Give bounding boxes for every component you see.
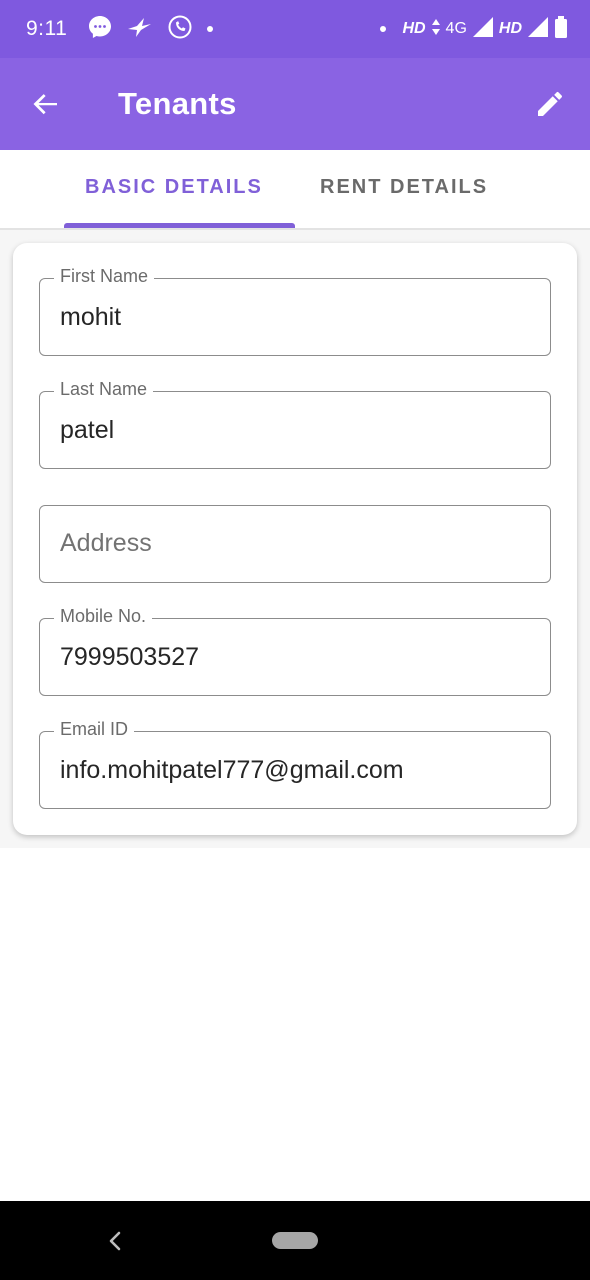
edit-button[interactable] bbox=[530, 84, 570, 124]
signal-icon bbox=[528, 16, 548, 42]
status-bar: 9:11 HD 4G HD bbox=[0, 0, 590, 58]
tab-bar: BASIC DETAILS RENT DETAILS bbox=[0, 150, 590, 230]
chevron-left-icon bbox=[109, 1231, 121, 1251]
network-hd-label-2: HD bbox=[498, 20, 522, 37]
active-tab-indicator bbox=[64, 223, 295, 228]
mobile-label: Mobile No. bbox=[54, 606, 153, 627]
call-icon bbox=[167, 14, 193, 45]
first-name-field[interactable]: First Name mohit bbox=[39, 266, 551, 356]
pencil-icon bbox=[538, 91, 563, 116]
details-card: First Name mohit Last Name patel Address… bbox=[13, 243, 577, 835]
dot-icon bbox=[380, 26, 387, 32]
first-name-label: First Name bbox=[54, 266, 155, 287]
email-label: Email ID bbox=[54, 719, 135, 740]
email-value: info.mohitpatel777@gmail.com bbox=[60, 756, 404, 784]
mobile-field[interactable]: Mobile No. 7999503527 bbox=[39, 606, 551, 696]
system-nav-bar bbox=[0, 1201, 590, 1280]
bird-icon bbox=[127, 16, 153, 43]
notification-icons bbox=[87, 14, 214, 45]
last-name-value: patel bbox=[60, 416, 115, 444]
dot-icon bbox=[207, 26, 214, 32]
network-type-label: 4G bbox=[445, 20, 467, 37]
tab-basic-details[interactable]: BASIC DETAILS bbox=[85, 176, 263, 199]
nav-home-pill[interactable] bbox=[272, 1232, 318, 1249]
page-title: Tenants bbox=[118, 86, 237, 121]
nav-back-button[interactable] bbox=[104, 1229, 126, 1253]
last-name-field[interactable]: Last Name patel bbox=[39, 379, 551, 469]
data-arrows-icon bbox=[431, 18, 440, 40]
tab-rent-details[interactable]: RENT DETAILS bbox=[320, 176, 488, 199]
mobile-value: 7999503527 bbox=[60, 643, 200, 671]
first-name-value: mohit bbox=[60, 303, 122, 331]
messenger-icon bbox=[87, 14, 113, 45]
status-right: HD 4G HD bbox=[380, 15, 568, 43]
address-placeholder: Address bbox=[60, 529, 152, 557]
signal-icon bbox=[472, 16, 493, 42]
network-hd-label: HD bbox=[402, 20, 426, 37]
address-field[interactable]: Address bbox=[39, 505, 551, 583]
app-bar: Tenants bbox=[0, 58, 590, 150]
arrow-back-icon bbox=[33, 94, 57, 115]
content-area: First Name mohit Last Name patel Address… bbox=[0, 230, 590, 848]
status-time: 9:11 bbox=[26, 17, 68, 40]
email-field[interactable]: Email ID info.mohitpatel777@gmail.com bbox=[39, 719, 551, 809]
battery-icon bbox=[554, 15, 568, 43]
last-name-label: Last Name bbox=[54, 379, 154, 400]
back-button[interactable] bbox=[28, 86, 64, 122]
